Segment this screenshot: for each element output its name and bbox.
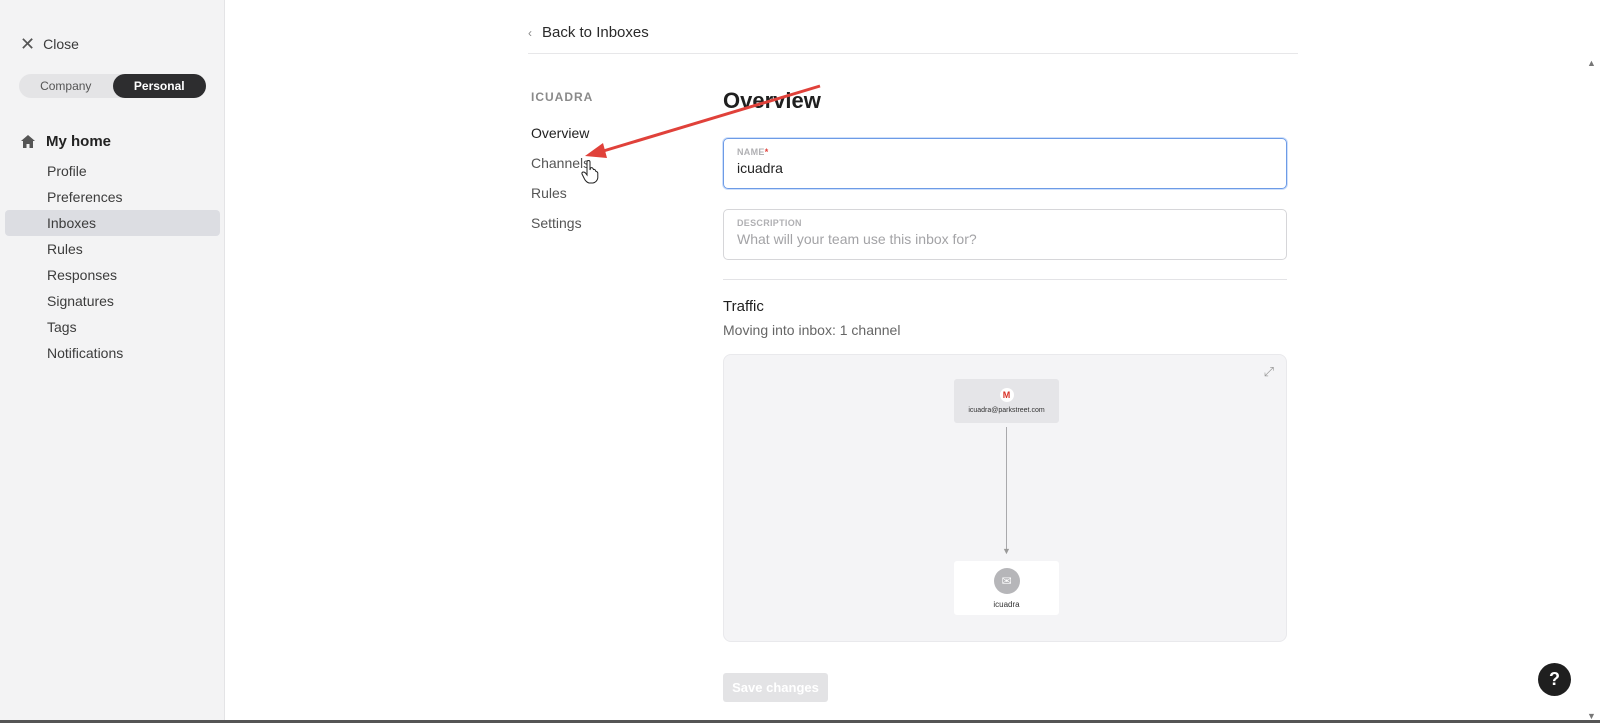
description-input[interactable] [737,231,1273,247]
sidebar-item-responses[interactable]: Responses [5,262,220,288]
source-channel-node[interactable]: M icuadra@parkstreet.com [954,379,1059,423]
sidebar-item-inboxes[interactable]: Inboxes [5,210,220,236]
sidebar: ✕ Close Company Personal My home Profile… [0,0,225,723]
hand-cursor-icon [581,159,599,190]
gmail-icon: M [999,388,1014,402]
scope-toggle: Company Personal [19,74,206,98]
home-icon [21,135,35,148]
required-mark: * [764,147,769,157]
description-field: DESCRIPTION [723,209,1287,260]
destination-label: icuadra [993,599,1020,609]
sidebar-item-notifications[interactable]: Notifications [5,340,220,366]
my-home-heading[interactable]: My home [20,133,111,150]
subnav-item-overview[interactable]: Overview [531,118,593,148]
source-email: icuadra@parkstreet.com [968,407,1045,414]
help-button[interactable]: ? [1538,663,1571,696]
sidebar-item-signatures[interactable]: Signatures [5,288,220,314]
sidebar-item-tags[interactable]: Tags [5,314,220,340]
destination-inbox-node[interactable]: ✉ icuadra [954,561,1059,615]
sidebar-item-profile[interactable]: Profile [5,158,220,184]
page-title: Overview [723,88,821,113]
my-home-label: My home [46,133,112,150]
inbox-icon: ✉ [993,567,1020,594]
arrow-down-icon: ▼ [1002,546,1011,556]
traffic-diagram: ⤢ M icuadra@parkstreet.com ▼ ✉ icuadra [723,354,1287,642]
name-input[interactable] [737,160,1273,176]
expand-icon[interactable]: ⤢ [1264,364,1274,380]
connector-line [1006,427,1007,551]
scroll-up-icon[interactable]: ▲ [1587,58,1596,68]
inbox-name-heading: ICUADRA [531,90,594,104]
header-divider [528,53,1298,54]
back-label: Back to Inboxes [542,24,649,41]
name-field: NAME* [723,138,1287,189]
close-button[interactable]: ✕ Close [20,34,79,54]
name-field-label: NAME* [737,147,769,157]
sidebar-nav: Profile Preferences Inboxes Rules Respon… [5,158,220,366]
traffic-heading: Traffic [723,298,764,315]
close-label: Close [43,36,79,52]
section-divider [723,279,1287,280]
description-field-label: DESCRIPTION [737,218,802,228]
sidebar-item-preferences[interactable]: Preferences [5,184,220,210]
close-icon: ✕ [20,34,36,54]
sidebar-item-rules[interactable]: Rules [5,236,220,262]
chevron-left-icon: ‹ [528,25,532,40]
subnav-item-settings[interactable]: Settings [531,208,593,238]
toggle-personal[interactable]: Personal [112,74,206,98]
scrollbar[interactable]: ▲ ▼ [1582,54,1600,723]
toggle-company[interactable]: Company [19,74,113,98]
traffic-subtitle: Moving into inbox: 1 channel [723,322,901,338]
back-to-inboxes-link[interactable]: ‹ Back to Inboxes [528,24,649,41]
save-changes-button[interactable]: Save changes [723,673,828,702]
